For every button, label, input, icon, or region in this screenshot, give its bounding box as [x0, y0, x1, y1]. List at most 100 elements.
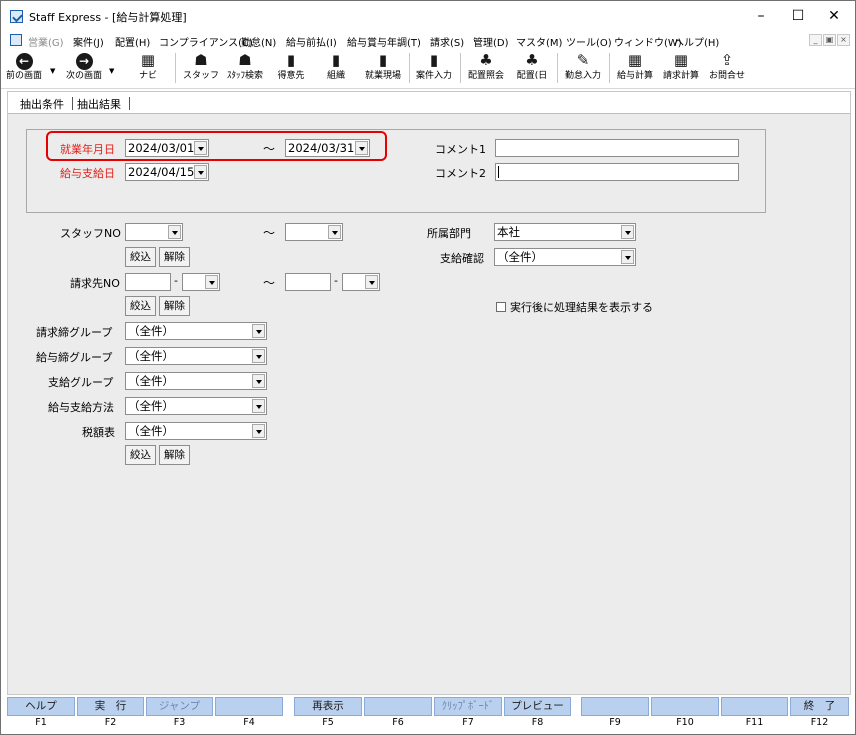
menu-salary-bonus[interactable]: 給与賞与年調(T) — [347, 34, 421, 49]
billing-no-label: 請求先NO — [70, 277, 120, 290]
billing-no-from-sub-combo[interactable] — [182, 273, 220, 291]
toolbar-forward-button[interactable]: → 次の画面 — [63, 51, 105, 87]
f11-button[interactable] — [721, 697, 788, 716]
toolbar-staff-search-button[interactable]: ☗ ｽﾀｯﾌ検索 — [224, 51, 266, 87]
menu-master[interactable]: マスタ(M) — [516, 34, 562, 49]
toolbar-worksite-button[interactable]: ▮ 就業現場 — [361, 51, 405, 87]
chevron-down-icon[interactable] — [168, 225, 181, 239]
billing-close-group-select[interactable]: （全件） — [125, 322, 267, 340]
back-arrow-icon: ← — [15, 51, 33, 70]
case-entry-icon: ▮ — [429, 51, 439, 69]
staff-filter-button[interactable]: 絞込 — [125, 247, 156, 267]
chevron-down-icon[interactable] — [194, 165, 207, 179]
f10-button[interactable] — [651, 697, 719, 716]
menu-window[interactable]: ウィンドウ(W) — [614, 34, 682, 49]
f9-button[interactable] — [581, 697, 649, 716]
close-button[interactable]: ✕ — [811, 1, 856, 31]
menu-sales[interactable]: 営業(G) — [28, 34, 64, 49]
menu-case[interactable]: 案件(J) — [73, 34, 104, 49]
menu-billing[interactable]: 請求(S) — [430, 34, 464, 49]
text-cursor — [498, 166, 499, 178]
billing-no-to-field[interactable] — [285, 273, 331, 291]
menu-attendance[interactable]: 勤怠(N) — [241, 34, 276, 49]
chevron-down-icon[interactable] — [365, 275, 378, 289]
chevron-down-icon[interactable] — [205, 275, 218, 289]
mdi-close-button[interactable]: × — [837, 34, 850, 46]
f7-clipboard-button[interactable]: ｸﾘｯﾌﾟﾎﾞｰﾄﾞ — [434, 697, 502, 716]
toolbar-attendance-entry-button[interactable]: ✎ 勤怠入力 — [561, 51, 605, 87]
toolbar-payroll-calc-button[interactable]: ▦ 給与計算 — [613, 51, 657, 87]
department-select[interactable]: 本社 — [494, 223, 636, 241]
f1-key-label: F1 — [35, 717, 47, 728]
comment2-field[interactable] — [495, 163, 739, 181]
toolbar-placement-inquiry-button[interactable]: ♣ 配置照会 — [464, 51, 508, 87]
chevron-down-icon[interactable] — [621, 225, 634, 239]
forward-arrow-icon: → — [75, 51, 93, 70]
placement-daily-icon: ♣ — [525, 51, 539, 69]
pay-close-group-label: 給与締グループ — [36, 351, 113, 364]
f4-button[interactable] — [215, 697, 283, 716]
f2-execute-button[interactable]: 実 行 — [77, 697, 144, 716]
forward-history-dropdown-icon[interactable]: ▼ — [109, 67, 114, 75]
toolbar-staff-button[interactable]: ☗ スタッフ — [183, 51, 219, 87]
chevron-down-icon[interactable] — [252, 424, 265, 438]
chevron-down-icon[interactable] — [252, 349, 265, 363]
pay-confirm-select[interactable]: （全件） — [494, 248, 636, 266]
billing-no-from-field[interactable] — [125, 273, 171, 291]
mdi-restore-button[interactable]: ▣ — [823, 34, 836, 46]
toolbar-back-button[interactable]: ← 前の画面 — [4, 51, 44, 87]
billing-no-to-sub-combo[interactable] — [342, 273, 380, 291]
f12-exit-button[interactable]: 終 了 — [790, 697, 849, 716]
group-clear-button[interactable]: 解除 — [159, 445, 190, 465]
comment1-field[interactable] — [495, 139, 739, 157]
toolbar-billing-calc-button[interactable]: ▦ 請求計算 — [659, 51, 703, 87]
f1-help-button[interactable]: ヘルプ — [7, 697, 75, 716]
menu-tools[interactable]: ツール(O) — [566, 34, 612, 49]
toolbar-navi-button[interactable]: ▦ ナビ — [133, 51, 163, 87]
f5-refresh-button[interactable]: 再表示 — [294, 697, 362, 716]
staff-no-from-combo[interactable] — [125, 223, 183, 241]
toolbar-customer-button[interactable]: ▮ 得意先 — [273, 51, 309, 87]
f5-key-label: F5 — [322, 717, 334, 728]
toolbar-case-entry-button[interactable]: ▮ 案件入力 — [412, 51, 456, 87]
tab-extract-results[interactable]: 抽出結果 — [77, 96, 121, 112]
range-tilde: ～ — [263, 226, 276, 240]
tax-table-label: 税額表 — [82, 426, 115, 439]
pay-close-group-select[interactable]: （全件） — [125, 347, 267, 365]
chevron-down-icon[interactable] — [252, 324, 265, 338]
tab-extract-conditions[interactable]: 抽出条件 — [20, 96, 64, 112]
comment1-label: コメント1 — [435, 143, 486, 156]
mdi-minimize-button[interactable]: _ — [809, 34, 822, 46]
menu-compliance[interactable]: コンプライアンス(C) — [159, 34, 253, 49]
back-history-dropdown-icon[interactable]: ▼ — [50, 67, 55, 75]
billing-clear-button[interactable]: 解除 — [159, 296, 190, 316]
chevron-down-icon[interactable] — [252, 399, 265, 413]
staff-search-icon: ☗ — [238, 51, 252, 69]
payment-group-select[interactable]: （全件） — [125, 372, 267, 390]
toolbar-inquiry-button[interactable]: ⇪ お問合せ — [705, 51, 749, 87]
f11-key-label: F11 — [745, 717, 764, 728]
show-result-checkbox[interactable] — [496, 302, 506, 312]
billing-filter-button[interactable]: 絞込 — [125, 296, 156, 316]
show-result-option[interactable]: 実行後に処理結果を表示する — [496, 299, 653, 315]
f6-button[interactable] — [364, 697, 432, 716]
staff-no-to-combo[interactable] — [285, 223, 343, 241]
pay-date-picker[interactable]: 2024/04/15 — [125, 163, 209, 181]
menu-salary-advance[interactable]: 給与前払(I) — [286, 34, 337, 49]
tax-table-select[interactable]: （全件） — [125, 422, 267, 440]
group-filter-button[interactable]: 絞込 — [125, 445, 156, 465]
f8-preview-button[interactable]: プレビュー — [504, 697, 571, 716]
chevron-down-icon[interactable] — [328, 225, 341, 239]
menu-placement[interactable]: 配置(H) — [115, 34, 150, 49]
menu-help[interactable]: ヘルプ(H) — [674, 34, 719, 49]
content-area: 抽出条件 抽出結果 就業年月日 2024/03/01 ～ 2024/03/31 … — [7, 91, 851, 695]
f3-jump-button[interactable]: ジャンプ — [146, 697, 213, 716]
pay-method-select[interactable]: （全件） — [125, 397, 267, 415]
menu-management[interactable]: 管理(D) — [473, 34, 509, 49]
chevron-down-icon[interactable] — [621, 250, 634, 264]
staff-clear-button[interactable]: 解除 — [159, 247, 190, 267]
placement-inquiry-icon: ♣ — [479, 51, 493, 69]
toolbar-placement-daily-button[interactable]: ♣ 配置(日 — [512, 51, 552, 87]
chevron-down-icon[interactable] — [252, 374, 265, 388]
toolbar-organization-button[interactable]: ▮ 組織 — [321, 51, 351, 87]
